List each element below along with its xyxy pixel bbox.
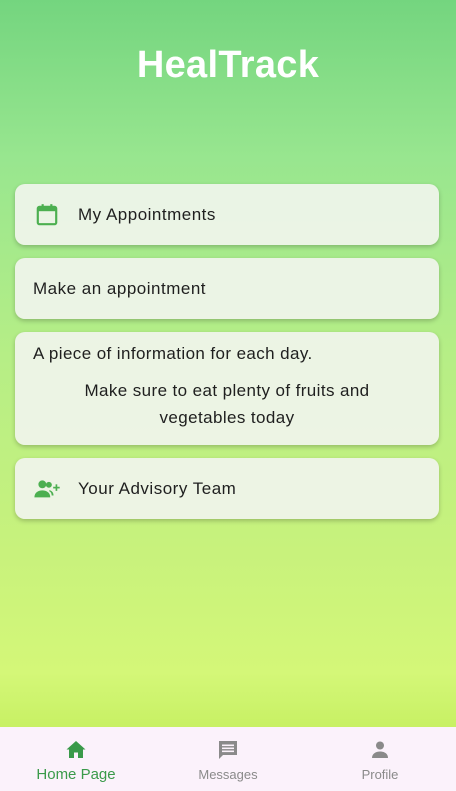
nav-home[interactable]: Home Page bbox=[0, 727, 152, 791]
nav-messages-label: Messages bbox=[198, 767, 258, 782]
my-appointments-card[interactable]: My Appointments bbox=[15, 184, 439, 245]
make-appointment-label: Make an appointment bbox=[33, 278, 206, 298]
advisory-team-label: Your Advisory Team bbox=[78, 478, 237, 498]
profile-icon bbox=[367, 737, 393, 763]
daily-info-body: Make sure to eat plenty of fruits and ve… bbox=[84, 381, 370, 427]
my-appointments-label: My Appointments bbox=[78, 204, 216, 224]
nav-profile-label: Profile bbox=[361, 767, 399, 782]
advisory-team-card[interactable]: Your Advisory Team bbox=[15, 458, 439, 519]
daily-info-title: A piece of information for each day. bbox=[33, 344, 313, 363]
home-screen: HealTrack My Appointments Make an appoin… bbox=[0, 0, 456, 727]
daily-info-card: A piece of information for each day. Mak… bbox=[15, 332, 439, 445]
bottom-navigation: Home Page Messages Profile bbox=[0, 727, 456, 791]
nav-home-label: Home Page bbox=[36, 766, 116, 783]
group-add-icon bbox=[33, 475, 61, 503]
nav-profile[interactable]: Profile bbox=[304, 727, 456, 791]
app-title: HealTrack bbox=[136, 44, 320, 86]
messages-icon bbox=[215, 737, 241, 763]
home-icon bbox=[63, 737, 89, 763]
calendar-icon bbox=[33, 201, 61, 229]
nav-messages[interactable]: Messages bbox=[152, 727, 304, 791]
make-appointment-card[interactable]: Make an appointment bbox=[15, 258, 439, 319]
